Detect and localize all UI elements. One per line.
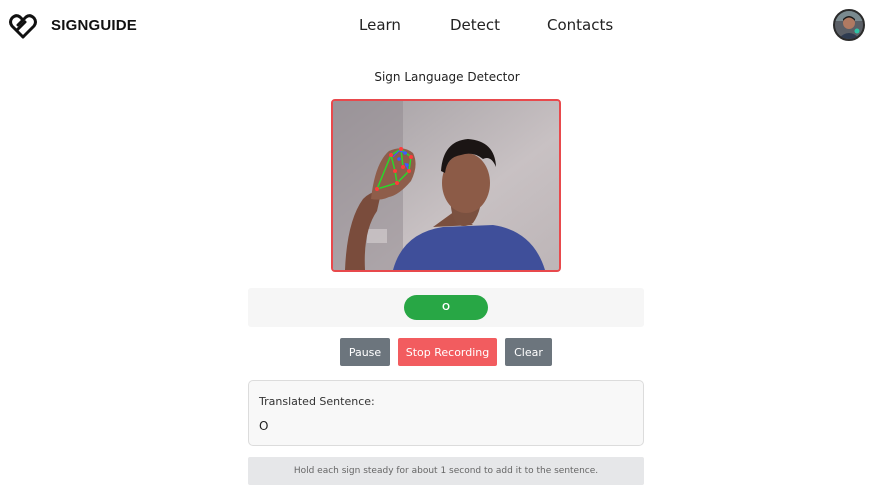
translated-sentence-box: Translated Sentence: O (248, 380, 644, 446)
nav-link-learn[interactable]: Learn (359, 16, 401, 34)
webcam-feed (331, 99, 561, 272)
brand[interactable]: SIGNGUIDE (8, 10, 137, 40)
nav-link-detect[interactable]: Detect (450, 16, 500, 34)
translated-sentence-label: Translated Sentence: (259, 395, 375, 408)
hint-text: Hold each sign steady for about 1 second… (248, 457, 644, 485)
webcam-image (333, 101, 559, 270)
navbar: SIGNGUIDE Learn Detect Contacts (0, 0, 894, 50)
clear-button[interactable]: Clear (505, 338, 552, 366)
brand-name: SIGNGUIDE (51, 16, 137, 34)
prediction-bar: O (248, 288, 644, 327)
heart-hands-logo-icon (9, 14, 37, 39)
translated-sentence-value: O (259, 419, 269, 433)
prediction-badge: O (404, 295, 488, 320)
stop-recording-button[interactable]: Stop Recording (398, 338, 497, 366)
pause-button[interactable]: Pause (340, 338, 390, 366)
avatar[interactable] (833, 9, 865, 41)
page-title: Sign Language Detector (374, 70, 520, 84)
nav-link-contacts[interactable]: Contacts (547, 16, 613, 34)
user-avatar-icon (835, 11, 863, 39)
